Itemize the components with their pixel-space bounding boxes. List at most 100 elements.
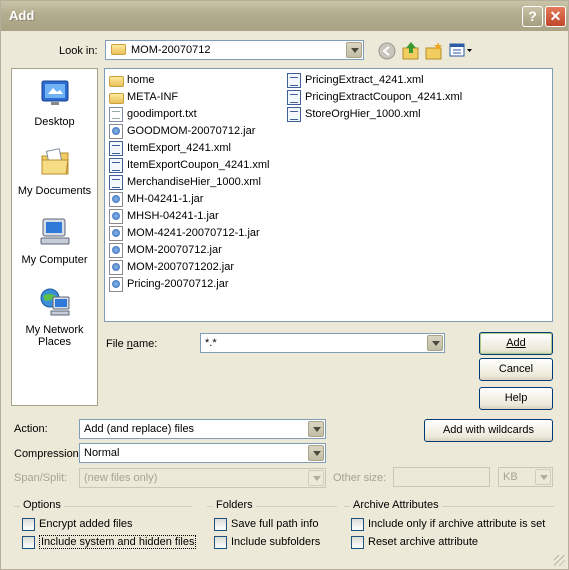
jar-file-icon bbox=[109, 226, 123, 241]
add-with-wildcards-button[interactable]: Add with wildcards bbox=[424, 419, 553, 442]
checkbox-box[interactable] bbox=[22, 518, 35, 531]
size-unit-value: KB bbox=[503, 471, 518, 483]
xml-file-icon bbox=[287, 90, 301, 105]
options-group: Options bbox=[14, 499, 192, 511]
place-my-documents[interactable]: My Documents bbox=[12, 148, 97, 197]
file-list[interactable]: home META-INF goodimport.txt GOODMOM-200707… bbox=[104, 68, 553, 322]
span-label: Span/Split: bbox=[14, 472, 68, 484]
place-label: My Computer bbox=[21, 254, 88, 266]
folder-icon bbox=[111, 44, 126, 55]
compression-label: Compression: bbox=[14, 448, 82, 460]
compression-select[interactable]: Normal bbox=[79, 443, 326, 463]
file-name: Pricing-20070712.jar bbox=[127, 278, 229, 290]
back-icon[interactable] bbox=[378, 42, 396, 60]
doc-file-icon bbox=[109, 107, 123, 122]
file-name: PricingExtractCoupon_4241.xml bbox=[305, 91, 463, 103]
add-button[interactable]: Add bbox=[479, 332, 553, 355]
folder-icon bbox=[109, 93, 124, 104]
chevron-down-icon bbox=[535, 469, 551, 485]
chevron-down-icon bbox=[308, 470, 324, 486]
views-menu-icon[interactable] bbox=[449, 42, 474, 59]
checkbox-box[interactable] bbox=[351, 518, 364, 531]
lookin-select[interactable]: MOM-20070712 bbox=[105, 40, 364, 60]
jar-file-icon bbox=[109, 277, 123, 292]
jar-file-icon bbox=[109, 124, 123, 139]
checkbox-box[interactable] bbox=[214, 536, 227, 549]
span-value: (new files only) bbox=[84, 472, 158, 484]
chevron-down-icon[interactable] bbox=[308, 445, 324, 461]
jar-file-icon bbox=[109, 209, 123, 224]
lookin-value: MOM-20070712 bbox=[131, 44, 211, 56]
jar-file-icon bbox=[109, 260, 123, 275]
network-places-icon bbox=[40, 288, 69, 316]
close-button[interactable]: ✕ bbox=[545, 6, 566, 27]
checkbox-box[interactable] bbox=[22, 536, 35, 549]
action-select[interactable]: Add (and replace) files bbox=[79, 419, 326, 439]
filename-label: File name: bbox=[106, 338, 158, 350]
chevron-down-icon[interactable] bbox=[308, 421, 324, 437]
xml-file-icon bbox=[109, 175, 123, 190]
my-computer-icon bbox=[40, 218, 69, 245]
window-title: Add bbox=[9, 8, 35, 23]
other-size-label: Other size: bbox=[333, 472, 387, 484]
file-name: MOM-2007071202.jar bbox=[127, 261, 235, 273]
chevron-down-icon[interactable] bbox=[427, 335, 443, 351]
help-title-button[interactable]: ? bbox=[522, 6, 543, 27]
cancel-button[interactable]: Cancel bbox=[479, 358, 553, 381]
checkbox-label: Reset archive attribute bbox=[368, 536, 479, 548]
size-unit-select: KB bbox=[498, 467, 553, 487]
jar-file-icon bbox=[109, 192, 123, 207]
options-group-title: Options bbox=[20, 499, 64, 511]
checkbox-label: Save full path info bbox=[231, 518, 319, 530]
other-size-input bbox=[393, 467, 490, 487]
checkbox-box[interactable] bbox=[351, 536, 364, 549]
help-button[interactable]: Help bbox=[479, 387, 553, 410]
my-documents-icon bbox=[41, 148, 69, 175]
place-label: My Network Places bbox=[25, 324, 84, 348]
resize-grip[interactable] bbox=[554, 555, 565, 566]
file-name: MHSH-04241-1.jar bbox=[127, 210, 219, 222]
xml-file-icon bbox=[109, 158, 123, 173]
checkbox-label: Encrypt added files bbox=[39, 518, 133, 530]
chevron-down-icon[interactable] bbox=[346, 42, 362, 58]
title-bar[interactable]: Add ? ✕ bbox=[1, 1, 568, 31]
file-name: ItemExportCoupon_4241.xml bbox=[127, 159, 270, 171]
folders-group: Folders bbox=[207, 499, 337, 511]
xml-file-icon bbox=[287, 107, 301, 122]
folders-group-title: Folders bbox=[213, 499, 256, 511]
desktop-icon bbox=[41, 80, 68, 105]
xml-file-icon bbox=[287, 73, 301, 88]
place-label: Desktop bbox=[34, 116, 75, 128]
file-name: MOM-4241-20070712-1.jar bbox=[127, 227, 260, 239]
file-name: PricingExtract_4241.xml bbox=[305, 74, 424, 86]
archive-attributes-group: Archive Attributes bbox=[344, 499, 554, 511]
filename-input[interactable]: *.* bbox=[200, 333, 445, 353]
new-folder-icon[interactable] bbox=[425, 41, 443, 60]
file-name: GOODMOM-20070712.jar bbox=[127, 125, 256, 137]
lookin-label: Look in: bbox=[59, 45, 98, 57]
file-name: home bbox=[127, 74, 155, 86]
file-name: MerchandiseHier_1000.xml bbox=[127, 176, 261, 188]
up-folder-icon[interactable] bbox=[402, 41, 420, 60]
jar-file-icon bbox=[109, 243, 123, 258]
place-my-computer[interactable]: My Computer bbox=[12, 217, 97, 266]
action-label: Action: bbox=[14, 423, 48, 435]
compression-value: Normal bbox=[84, 447, 120, 459]
place-network[interactable]: My Network Places bbox=[12, 287, 97, 348]
file-name: MOM-20070712.jar bbox=[127, 244, 222, 256]
file-name: StoreOrgHier_1000.xml bbox=[305, 108, 421, 120]
checkbox-box[interactable] bbox=[214, 518, 227, 531]
archive-group-title: Archive Attributes bbox=[350, 499, 442, 511]
filename-value: *.* bbox=[205, 337, 217, 349]
checkbox-label: Include only if archive attribute is set bbox=[368, 518, 546, 530]
add-dialog: Add ? ✕ Look in: MOM-20070712 Desktop My… bbox=[0, 0, 569, 570]
span-select: (new files only) bbox=[79, 468, 326, 488]
action-value: Add (and replace) files bbox=[84, 423, 195, 435]
folder-icon bbox=[109, 76, 124, 87]
add-button-label: Add bbox=[506, 337, 526, 349]
places-bar: Desktop My Documents My Computer My Netw… bbox=[11, 68, 98, 406]
checkbox-label: Include system and hidden files bbox=[39, 535, 197, 549]
place-label: My Documents bbox=[17, 185, 92, 197]
place-desktop[interactable]: Desktop bbox=[12, 79, 97, 128]
xml-file-icon bbox=[109, 141, 123, 156]
